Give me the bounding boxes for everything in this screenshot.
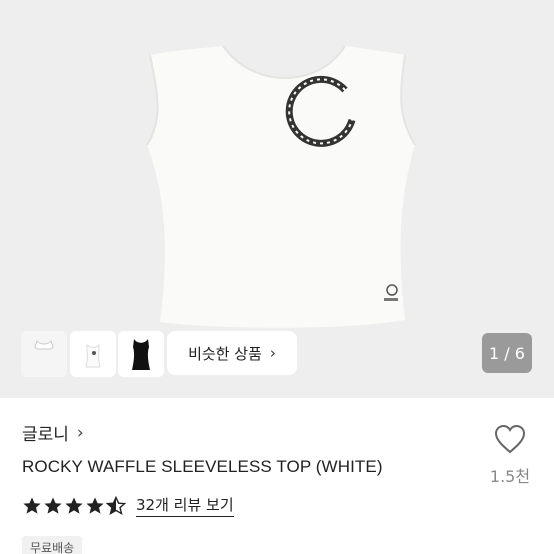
thumbnail-1[interactable] <box>21 331 67 377</box>
image-page-indicator: 1 / 6 <box>482 333 532 373</box>
similar-products-button[interactable]: 비슷한 상품 › <box>167 331 297 375</box>
heart-icon <box>494 424 526 454</box>
white-top-thumbnail-image <box>21 331 67 377</box>
product-title: ROCKY WAFFLE SLEEVELESS TOP (WHITE) <box>22 457 383 476</box>
review-link[interactable]: 32개 리뷰 보기 <box>136 494 234 517</box>
chevron-right-icon: › <box>269 344 276 362</box>
product-image-gallery[interactable]: 비슷한 상품 › 1 / 6 <box>0 0 554 398</box>
black-top-thumbnail-image <box>118 331 164 377</box>
free-shipping-badge: 무료배송 <box>22 536 83 554</box>
half-star-icon <box>106 495 126 515</box>
top-detail-thumbnail-image <box>70 331 116 377</box>
star-icon <box>23 497 41 514</box>
similar-products-label: 비슷한 상품 <box>188 344 262 363</box>
star-icon <box>65 497 83 514</box>
shop-link[interactable]: 글로니 › <box>22 420 84 446</box>
like-button[interactable]: 1.5천 <box>482 423 538 487</box>
thumbnail-2[interactable] <box>70 331 116 377</box>
star-icon <box>44 497 62 514</box>
thumbnail-3[interactable] <box>118 331 164 377</box>
shop-name: 글로니 <box>22 425 69 445</box>
star-icon <box>86 497 104 514</box>
like-count: 1.5천 <box>489 467 531 486</box>
star-rating <box>22 495 126 516</box>
chevron-right-icon: › <box>76 422 84 443</box>
rating-row: 32개 리뷰 보기 <box>22 494 234 517</box>
